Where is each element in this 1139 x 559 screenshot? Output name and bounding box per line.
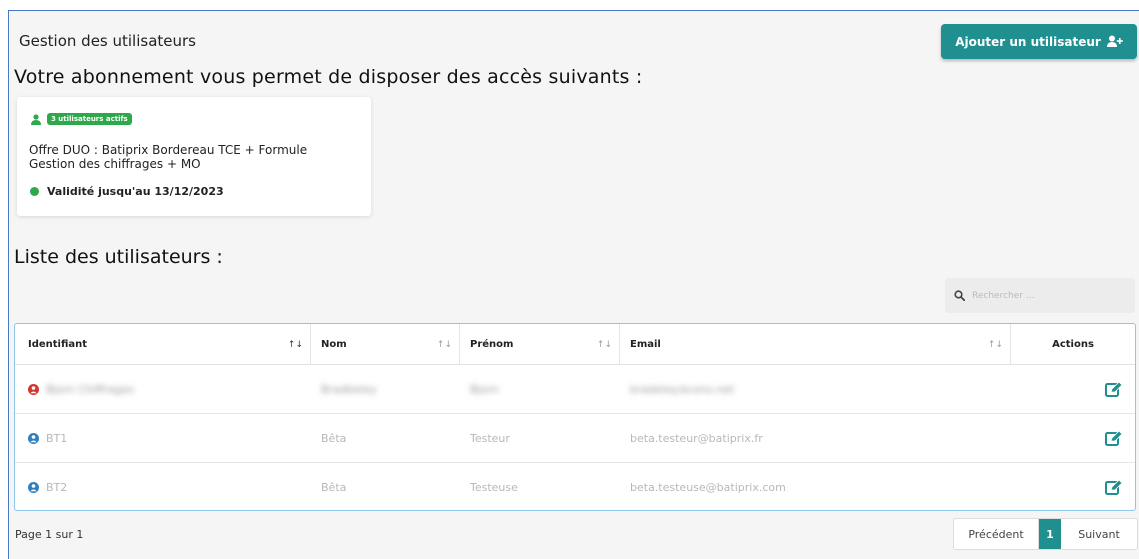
active-users-badge: 3 utilisateurs actifs [47, 113, 132, 125]
table-row[interactable]: Bjorn Chiffrages Bradbeley Bjorn bradele… [15, 365, 1135, 414]
sort-icon[interactable]: ↑↓ [597, 340, 612, 350]
column-header-actions: Actions [1011, 324, 1135, 365]
column-label: Nom [321, 339, 347, 350]
sort-icon[interactable]: ↑↓ [288, 340, 303, 350]
cell-text: beta.testeuse@batiprix.com [630, 481, 786, 494]
page-title: Gestion des utilisateurs [19, 32, 196, 50]
offer-line-1: Offre DUO : Batiprix Bordereau TCE + For… [29, 143, 308, 157]
column-label: Actions [1052, 339, 1094, 350]
cell-text: Bêta [321, 432, 347, 445]
status-dot-icon [30, 187, 39, 196]
cell-nom: Bradbeley [321, 365, 377, 414]
column-header-email[interactable]: Email ↑↓ [620, 324, 1011, 365]
column-header-prenom[interactable]: Prénom ↑↓ [460, 324, 620, 365]
cell-prenom: Bjorn [470, 365, 499, 414]
column-header-identifiant[interactable]: Identifiant ↑↓ [15, 324, 311, 365]
column-label: Email [630, 339, 661, 350]
search-input[interactable] [972, 290, 1122, 301]
table-header: Identifiant ↑↓ Nom ↑↓ Prénom ↑↓ Email ↑↓… [15, 324, 1135, 365]
cell-prenom: Testeur [470, 414, 510, 463]
cell-text: bradeley.bcons.net [630, 383, 735, 396]
search-box[interactable] [945, 278, 1135, 313]
cell-text: Bjorn [470, 383, 499, 396]
column-label: Prénom [470, 339, 514, 350]
table-row[interactable]: BT1 Bêta Testeur beta.testeur@batiprix.f… [15, 414, 1135, 463]
validity-line: Validité jusqu'au 13/12/2023 [30, 185, 224, 198]
page-1-button[interactable]: 1 [1039, 519, 1061, 549]
cell-text: Testeuse [470, 481, 518, 494]
offer-line-2: Gestion des chiffrages + MO [29, 157, 201, 171]
cell-text: BT2 [46, 481, 68, 494]
cell-identifiant: Bjorn Chiffrages [28, 365, 134, 414]
validity-text: Validité jusqu'au 13/12/2023 [47, 185, 224, 198]
edit-icon[interactable] [1105, 479, 1123, 496]
next-page-button[interactable]: Suivant [1061, 519, 1137, 549]
cell-email: beta.testeur@batiprix.fr [630, 414, 763, 463]
cell-nom: Bêta [321, 414, 346, 463]
cell-text: Bradbeley [321, 383, 377, 396]
column-label: Identifiant [28, 339, 88, 350]
cell-text: BT1 [46, 432, 68, 445]
cell-text: beta.testeur@batiprix.fr [630, 432, 763, 445]
active-users-line: 3 utilisateurs actifs [31, 113, 132, 125]
users-table: Identifiant ↑↓ Nom ↑↓ Prénom ↑↓ Email ↑↓… [14, 323, 1136, 511]
user-circle-icon [28, 384, 39, 395]
column-header-nom[interactable]: Nom ↑↓ [311, 324, 460, 365]
search-icon [954, 290, 965, 301]
cell-identifiant: BT1 [28, 414, 67, 463]
cell-email: bradeley.bcons.net [630, 365, 734, 414]
cell-text: Bjorn Chiffrages [46, 383, 135, 396]
subscription-heading: Votre abonnement vous permet de disposer… [14, 66, 643, 88]
add-user-label: Ajouter un utilisateur [955, 34, 1101, 49]
pagination: Précédent 1 Suivant [953, 518, 1138, 550]
table-row[interactable]: BT2 Bêta Testeuse beta.testeuse@batiprix… [15, 463, 1135, 512]
cell-nom: Bêta [321, 463, 346, 512]
users-list-heading: Liste des utilisateurs : [14, 246, 223, 268]
cell-text: Bêta [321, 481, 347, 494]
cell-text: Testeur [470, 432, 510, 445]
edit-icon[interactable] [1105, 381, 1123, 398]
sort-icon[interactable]: ↑↓ [988, 340, 1003, 350]
user-circle-icon [28, 482, 39, 493]
sort-icon[interactable]: ↑↓ [437, 340, 452, 350]
user-circle-icon [28, 433, 39, 444]
subscription-card: 3 utilisateurs actifs Offre DUO : Batipr… [17, 97, 371, 216]
add-user-button[interactable]: Ajouter un utilisateur [941, 24, 1137, 59]
page-info: Page 1 sur 1 [15, 528, 84, 541]
user-icon [31, 113, 41, 125]
edit-icon[interactable] [1105, 430, 1123, 447]
offer-description: Offre DUO : Batiprix Bordereau TCE + For… [29, 143, 359, 171]
previous-page-button[interactable]: Précédent [954, 519, 1039, 549]
user-plus-icon [1106, 35, 1123, 47]
cell-identifiant: BT2 [28, 463, 67, 512]
cell-prenom: Testeuse [470, 463, 518, 512]
cell-email: beta.testeuse@batiprix.com [630, 463, 786, 512]
